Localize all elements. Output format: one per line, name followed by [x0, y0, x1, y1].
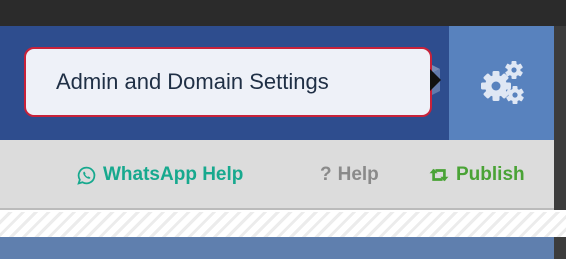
- help-link[interactable]: ? Help: [320, 162, 379, 188]
- publish-label: Publish: [456, 164, 525, 185]
- settings-tooltip: Admin and Domain Settings: [24, 47, 432, 117]
- window-edge: [554, 237, 566, 259]
- top-strip: [0, 0, 566, 26]
- whatsapp-help-label: WhatsApp Help: [103, 164, 244, 185]
- tooltip-text: Admin and Domain Settings: [56, 69, 329, 94]
- whatsapp-icon: [76, 165, 97, 186]
- retweet-icon: [428, 166, 450, 184]
- toolbar: WhatsApp Help ? Help Publish: [0, 140, 566, 210]
- tooltip-pointer: [430, 69, 441, 91]
- question-icon: ?: [320, 164, 332, 185]
- gears-icon: [480, 61, 524, 104]
- admin-settings-button[interactable]: [449, 26, 554, 140]
- window-edge: [554, 140, 566, 210]
- help-label: Help: [337, 164, 379, 185]
- window-edge: [554, 26, 566, 140]
- content-header-band: [0, 237, 566, 259]
- publish-link[interactable]: Publish: [428, 162, 525, 188]
- whatsapp-help-link[interactable]: WhatsApp Help: [76, 162, 243, 188]
- hatched-divider: [0, 212, 566, 237]
